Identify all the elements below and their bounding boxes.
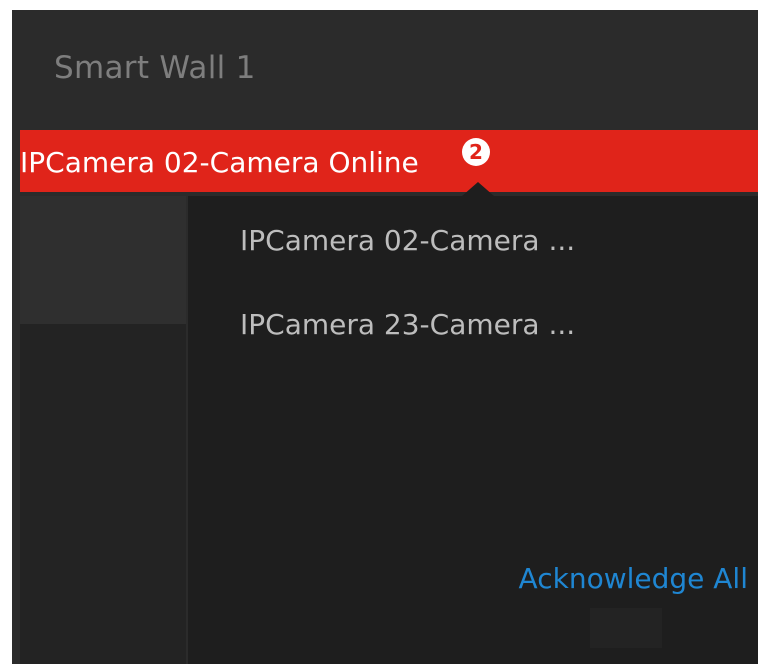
popup-footer-block — [590, 608, 662, 648]
alarm-list-item[interactable]: IPCamera 23-Camera ... — [240, 308, 575, 341]
alarm-count-badge[interactable]: 2 — [462, 138, 490, 166]
alarm-list-popup: IPCamera 02-Camera ... IPCamera 23-Camer… — [188, 182, 758, 664]
alarm-notification-bar[interactable]: IPCamera 02-Camera Online 2 — [20, 130, 758, 192]
window-title: Smart Wall 1 — [54, 50, 256, 86]
alarm-message[interactable]: IPCamera 02-Camera Online — [20, 146, 419, 179]
acknowledge-all-link[interactable]: Acknowledge All — [519, 562, 748, 595]
wall-pane-tile[interactable] — [20, 196, 186, 324]
wall-pane-area[interactable] — [20, 324, 186, 664]
smart-wall-window: Smart Wall 1 IPCamera 02-Camera Online 2… — [12, 10, 758, 664]
popup-pointer-arrow — [462, 182, 494, 196]
alarm-list-item[interactable]: IPCamera 02-Camera ... — [240, 224, 575, 257]
